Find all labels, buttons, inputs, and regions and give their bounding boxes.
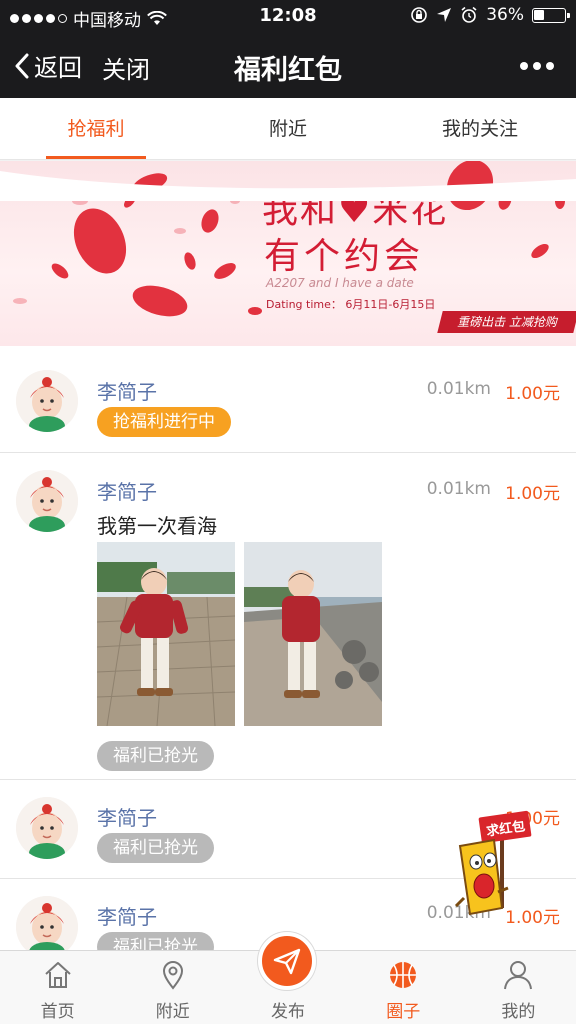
rotation-lock-icon [411,7,428,23]
promo-banner[interactable]: 我和♥米花 有个约会 A2207 and I have a date Datin… [0,161,576,346]
tab-me-label: 我的 [501,1002,536,1022]
top-bar: 中国移动 12:08 36% 返回 关闭 福利红包 [0,0,576,98]
user-name[interactable]: 李简子 [97,901,157,930]
battery-icon [532,7,570,23]
location-icon [162,961,183,990]
status-badge[interactable]: 抢福利进行中 [97,407,231,437]
post-photo[interactable] [244,542,382,726]
status-badge[interactable]: 福利已抢光 [97,741,214,771]
nav-bar: 返回 关闭 福利红包 [0,32,576,98]
banner-subtitle: A2207 and I have a date [266,276,414,290]
publish-button[interactable] [258,932,316,990]
tab-nearby-bottom[interactable]: 附近 [115,951,230,1024]
user-name[interactable]: 李简子 [97,802,157,831]
post-photo[interactable] [97,542,235,726]
tab-following[interactable]: 我的关注 [384,98,576,159]
user-name[interactable]: 李简子 [97,376,157,405]
ask-red-packet-button[interactable]: 求红包 [452,806,536,918]
send-icon [273,948,301,975]
banner-dates: Dating time： 6月11日-6月15日 [266,298,436,311]
avatar[interactable] [16,797,78,859]
avatar[interactable] [16,470,78,532]
basketball-icon [390,962,417,988]
home-icon [44,962,71,988]
tab-bar-top: 抢福利 附近 我的关注 [0,98,576,160]
tab-grab-welfare[interactable]: 抢福利 [0,98,192,159]
amount: 1.00元 [505,384,560,404]
tab-me[interactable]: 我的 [461,951,576,1024]
page-title: 福利红包 [234,55,342,86]
person-icon [504,961,533,990]
tab-circle[interactable]: 圈子 [346,951,461,1024]
distance: 0.01km [426,379,491,399]
banner-wave [0,171,576,201]
post-text: 我第一次看海 [97,514,217,538]
tab-home-label: 首页 [40,1002,75,1022]
user-name[interactable]: 李简子 [97,476,157,505]
tab-nearby[interactable]: 附近 [192,98,384,159]
alarm-icon [461,6,477,23]
more-icon[interactable] [520,62,554,70]
tab-nearby-label: 附近 [155,1002,190,1022]
avatar[interactable] [16,370,78,432]
status-bar: 中国移动 12:08 36% [0,0,576,32]
status-badge[interactable]: 福利已抢光 [97,833,214,863]
tab-publish-label: 发布 [271,1002,305,1022]
battery-percent: 36% [486,5,524,25]
list-item[interactable]: 李简子 0.01km 1.00元 抢福利进行中 [0,346,576,453]
list-item[interactable]: 李简子 0.01km 1.00元 我第一次看海 福利已抢光 [0,453,576,780]
location-arrow-icon [437,8,452,22]
amount: 1.00元 [505,484,560,504]
banner-headline-2: 有个约会 [264,236,425,277]
distance: 0.01km [426,479,491,499]
banner-ribbon: 重磅出击 立减抢购 [437,311,576,333]
status-right: 36% [410,5,570,25]
tab-home[interactable]: 首页 [0,951,115,1024]
avatar[interactable] [16,896,78,958]
cartoon-mascot-icon: 求红包 [454,810,532,916]
tab-circle-label: 圈子 [386,1002,421,1022]
